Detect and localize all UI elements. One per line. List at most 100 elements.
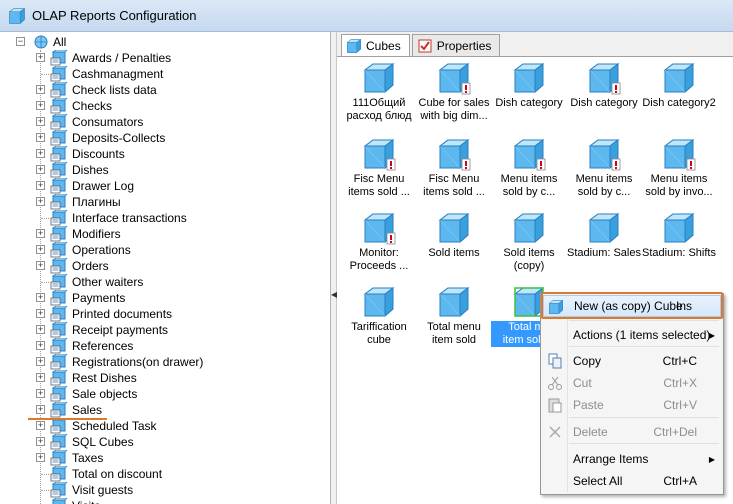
menu-item-shortcut: Ctrl+C [662, 354, 697, 368]
tree-item-label: Checks [72, 99, 113, 113]
expand-icon[interactable]: + [36, 389, 45, 398]
tree-item-label: Sales [72, 403, 103, 417]
cube-folder-icon [50, 66, 68, 82]
cube-item[interactable]: Menu items sold by c... [566, 137, 642, 199]
cube-folder-icon [50, 50, 68, 66]
tree-item-label: Total on discount [72, 467, 163, 481]
cube-label-line2: items sold ... [423, 186, 485, 198]
cube-icon [437, 137, 471, 171]
cube-tree[interactable]: − All + Awards / Penalties Cashmanagment + C… [0, 32, 331, 504]
cube-folder-icon [50, 386, 68, 402]
cube-item[interactable]: Monitor: Proceeds ... [341, 211, 417, 273]
cube-folder-icon [50, 370, 68, 386]
cube-icon [437, 211, 471, 245]
submenu-arrow-icon: ▶ [708, 330, 715, 340]
warning-badge-icon [386, 158, 396, 171]
cube-item[interactable]: Stadium: Sales [566, 211, 642, 260]
expand-icon[interactable]: + [36, 165, 45, 174]
expand-icon[interactable]: + [36, 373, 45, 382]
cube-item[interactable]: Dish category [491, 61, 567, 110]
menu-item-delete[interactable]: Delete Ctrl+Del [543, 421, 721, 443]
cube-item[interactable]: Sold items (copy) [491, 211, 567, 273]
tab-properties-label: Properties [436, 38, 492, 53]
cube-item[interactable]: Stadium: Shifts [641, 211, 717, 260]
cube-folder-icon [50, 290, 68, 306]
expand-icon[interactable]: + [36, 405, 45, 414]
cube-item[interactable]: Tariffication cube [341, 285, 417, 347]
cube-icon [587, 211, 621, 245]
cube-item[interactable]: Menu items sold by c... [491, 137, 567, 199]
cube-folder-icon [50, 402, 68, 418]
cube-folder-icon [50, 98, 68, 114]
expand-icon[interactable]: + [36, 197, 45, 206]
cube-item[interactable]: Dish category2 [641, 61, 717, 110]
cube-folder-icon [50, 162, 68, 178]
cube-item[interactable]: Fisc Menu items sold ... [416, 137, 492, 199]
cube-label-line1: Dish category2 [642, 97, 716, 109]
tree-item-label: Check lists data [72, 83, 157, 97]
expand-icon[interactable]: + [36, 309, 45, 318]
expand-icon[interactable]: + [36, 53, 45, 62]
cube-item[interactable]: Cube for sales with big dim... [416, 61, 492, 123]
expand-icon[interactable]: + [36, 293, 45, 302]
collapse-icon[interactable]: − [16, 37, 25, 46]
expand-icon[interactable]: + [36, 133, 45, 142]
cube-folder-icon [50, 114, 68, 130]
cube-label-line1: Menu items [650, 173, 708, 185]
expand-icon[interactable]: + [36, 149, 45, 158]
menu-item-label: Actions (1 items selected) [573, 328, 711, 342]
cube-label: Dish category [491, 97, 567, 110]
cube-label-line1: Total menu [427, 321, 481, 333]
expand-icon[interactable]: + [36, 181, 45, 190]
cube-folder-icon [50, 178, 68, 194]
submenu-arrow-icon: ▶ [708, 454, 715, 464]
warning-badge-icon [686, 158, 696, 171]
cube-icon [662, 61, 696, 95]
tab-cubes[interactable]: Cubes [341, 34, 410, 57]
menu-item-copy[interactable]: Copy Ctrl+C [543, 350, 721, 372]
cube-icon [362, 137, 396, 171]
scissors-icon [547, 375, 563, 391]
tree-item-label: Registrations(on drawer) [72, 355, 204, 369]
tab-properties[interactable]: Properties [411, 34, 501, 56]
cube-label-line1: Tariffication [351, 321, 407, 333]
cube-icon [512, 137, 546, 171]
cube-item[interactable]: 111Общий расход блюд [341, 61, 417, 123]
tree-item-label: Payments [72, 291, 126, 305]
expand-icon[interactable]: + [36, 437, 45, 446]
expand-icon[interactable]: + [36, 325, 45, 334]
cube-label-line1: Cube for sales [418, 97, 490, 109]
menu-item-paste[interactable]: Paste Ctrl+V [543, 394, 721, 416]
cube-label: Monitor: Proceeds ... [341, 247, 417, 273]
cube-folder-icon [50, 434, 68, 450]
expand-icon[interactable]: + [36, 117, 45, 126]
menu-item-arrange-items[interactable]: Arrange Items ▶ [543, 448, 721, 470]
expand-icon[interactable]: + [36, 85, 45, 94]
cube-label-line2: with big dim... [420, 110, 488, 122]
expand-icon[interactable]: + [36, 261, 45, 270]
expand-icon[interactable]: + [36, 229, 45, 238]
cube-folder-icon [50, 418, 68, 434]
expand-icon[interactable]: + [36, 341, 45, 350]
menu-item-select-all[interactable]: Select All Ctrl+A [543, 470, 721, 492]
cube-item[interactable]: Sold items [416, 211, 492, 260]
expand-icon[interactable]: + [36, 357, 45, 366]
menu-item-label: Arrange Items [573, 452, 649, 466]
cube-label-line2: sold by c... [502, 186, 556, 198]
cube-item[interactable]: Fisc Menu items sold ... [341, 137, 417, 199]
menu-item-shortcut: Ctrl+X [663, 376, 697, 390]
expand-icon[interactable]: + [36, 245, 45, 254]
menu-item-actions-1-items-selected[interactable]: Actions (1 items selected) ▶ [543, 324, 721, 346]
cube-icon [548, 299, 564, 315]
cube-label: Stadium: Shifts [641, 247, 717, 260]
menu-item-new-as-copy-cube[interactable]: New (as copy) Cube Ins [543, 295, 721, 317]
cube-item[interactable]: Menu items sold by invo... [641, 137, 717, 199]
cube-item[interactable]: Total menu item sold [416, 285, 492, 347]
menu-item-cut[interactable]: Cut Ctrl+X [543, 372, 721, 394]
window-title: OLAP Reports Configuration [32, 8, 197, 23]
cube-item[interactable]: Dish category [566, 61, 642, 110]
expand-icon[interactable]: + [36, 421, 45, 430]
expand-icon[interactable]: + [36, 101, 45, 110]
cube-label: Menu items sold by c... [566, 173, 642, 199]
expand-icon[interactable]: + [36, 453, 45, 462]
